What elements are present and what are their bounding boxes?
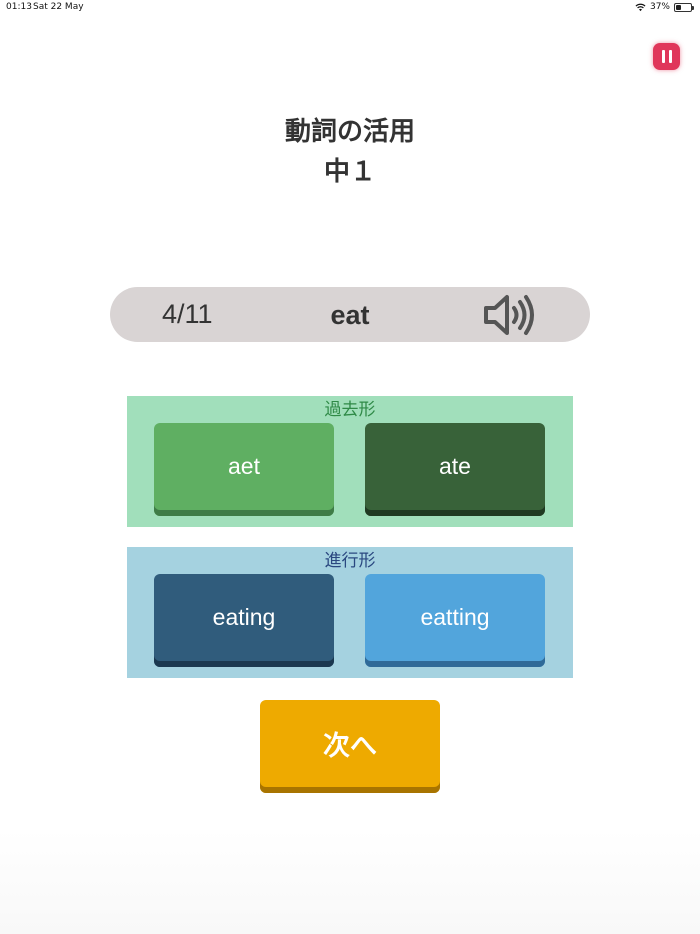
question-bar: 4/11 eat — [110, 287, 590, 342]
speaker-icon[interactable] — [482, 292, 538, 338]
bottom-background — [0, 830, 700, 934]
next-button[interactable]: 次へ — [260, 700, 440, 793]
past-tense-label: 過去形 — [324, 400, 376, 420]
battery-percent: 37% — [649, 2, 670, 12]
choice-aet-button[interactable]: aet — [154, 423, 334, 516]
progressive-group: 進行形 eating eatting — [127, 547, 573, 678]
status-time: 01:13 — [6, 2, 32, 12]
wifi-icon — [635, 3, 646, 11]
past-tense-group: 過去形 aet ate — [127, 396, 573, 527]
battery-icon — [674, 2, 694, 12]
status-bar: 01:13 Sat 22 May 37% — [0, 0, 700, 14]
choice-eatting-button[interactable]: eatting — [365, 574, 545, 667]
choice-eating-button[interactable]: eating — [154, 574, 334, 667]
title-line-1: 動詞の活用 — [284, 117, 415, 147]
pause-icon — [661, 50, 665, 63]
choice-ate-button[interactable]: ate — [365, 423, 545, 516]
page-title: 動詞の活用 中１ — [0, 112, 700, 192]
status-date: Sat 22 May — [33, 2, 84, 12]
pause-button[interactable] — [653, 43, 680, 70]
status-indicators: 37% — [635, 2, 694, 12]
pause-icon-bar — [668, 50, 672, 63]
title-line-2: 中１ — [323, 157, 376, 187]
progressive-label: 進行形 — [324, 551, 376, 571]
battery-level — [676, 4, 682, 10]
